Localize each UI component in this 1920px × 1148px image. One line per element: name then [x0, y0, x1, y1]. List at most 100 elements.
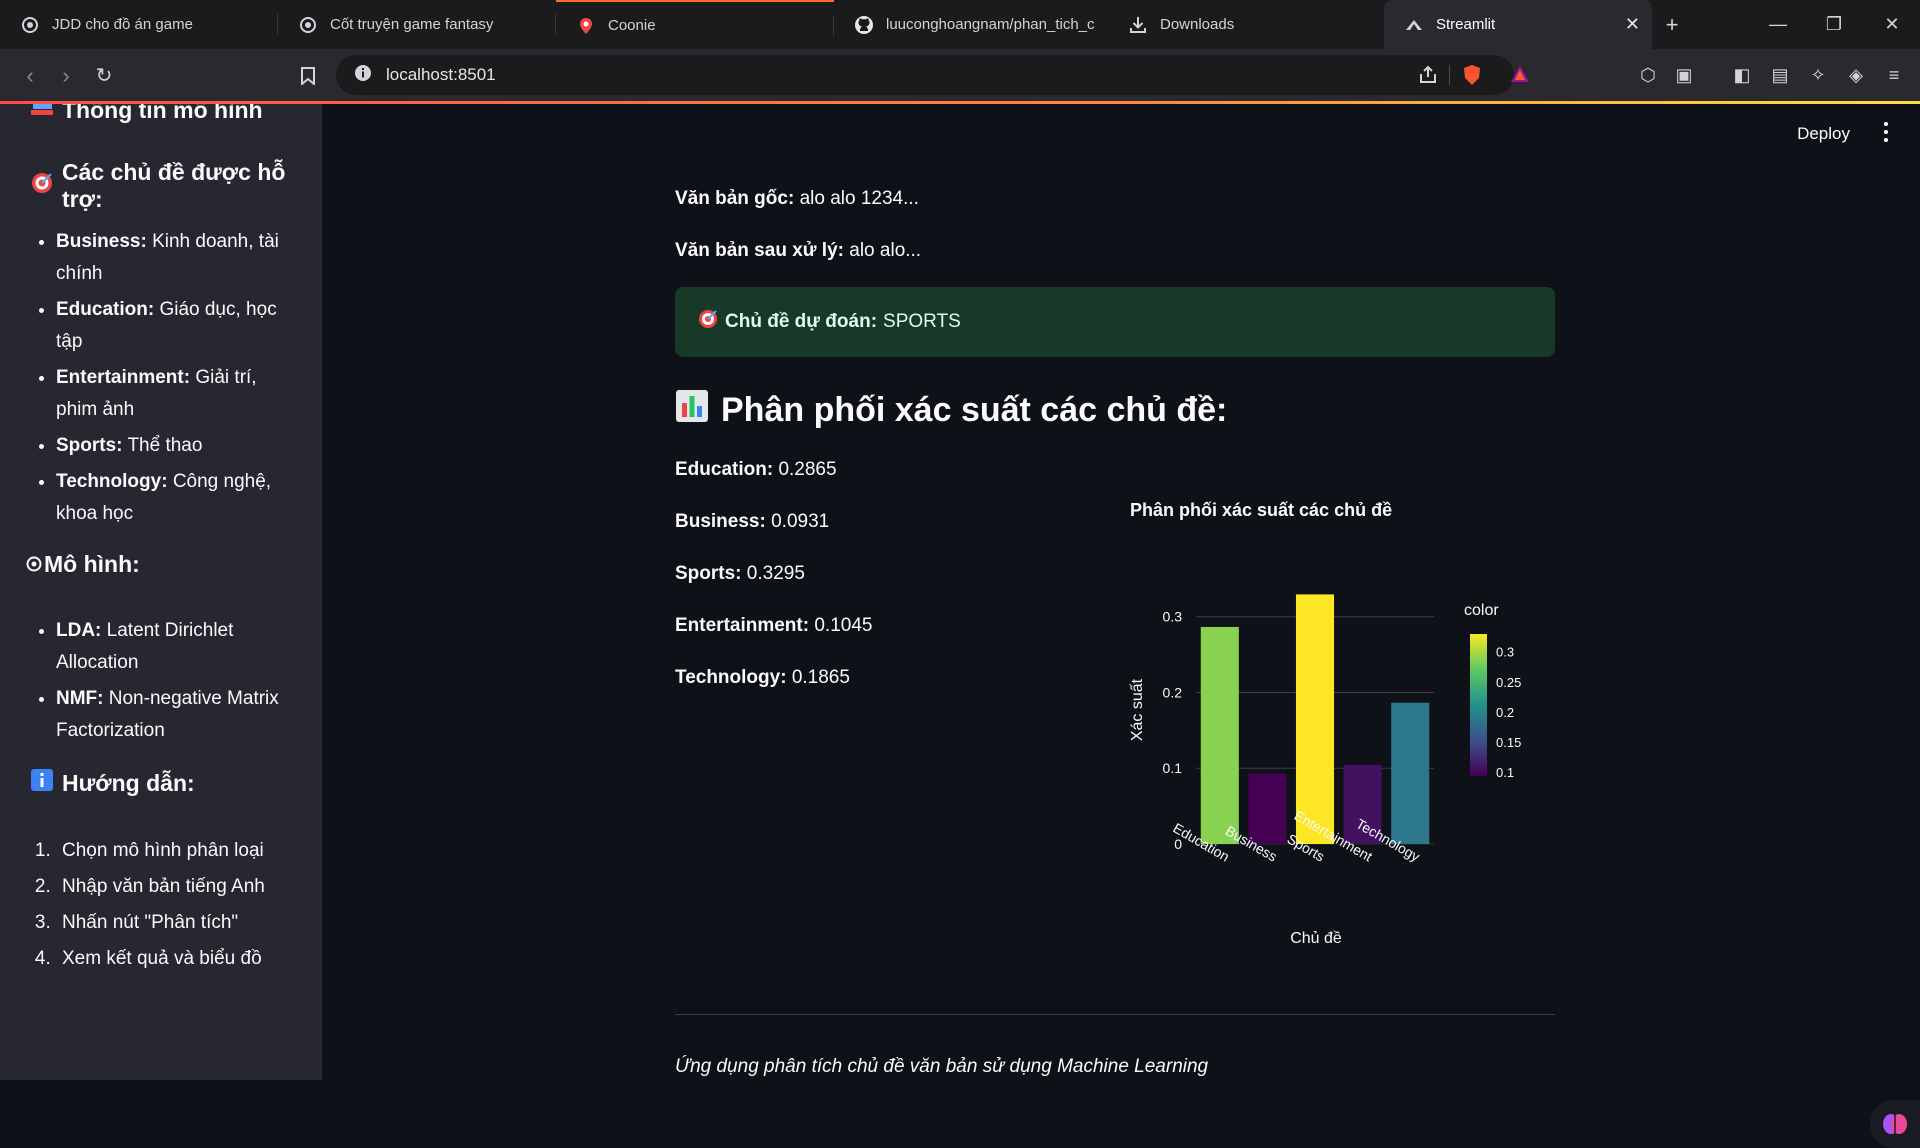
- distribution-heading: Phân phối xác suất các chủ đề:: [675, 389, 1227, 432]
- tab-title: Downloads: [1160, 16, 1235, 33]
- back-icon[interactable]: ‹: [12, 58, 48, 94]
- topics-heading: Các chủ đề được hỗ trợ:: [30, 159, 322, 213]
- chart-title: Phân phối xác suất các chủ đề: [1130, 500, 1392, 520]
- browser-tabbar: JDD cho đồ án game Cốt truyện game fanta…: [0, 0, 1920, 49]
- bookmark-icon[interactable]: [290, 58, 326, 94]
- topics-list: Business: Kinh doanh, tài chính Educatio…: [30, 226, 292, 534]
- colorbar-ticks: 0.1 0.15 0.2 0.25 0.3: [1496, 645, 1521, 780]
- bar-sports[interactable]: [1295, 594, 1335, 844]
- chart-y-ticks: 00.10.20.3: [1163, 609, 1183, 852]
- menu-icon[interactable]: ≡: [1880, 61, 1908, 89]
- brain-icon[interactable]: [1870, 1100, 1920, 1148]
- browser-tab-4[interactable]: luuconghoangnam/phan_tich_c: [834, 0, 1112, 49]
- y-tick-label: 0.1: [1163, 760, 1183, 776]
- colorbar-tick-label: 0.3: [1496, 645, 1514, 660]
- original-text-line: Văn bản gốc: alo alo 1234...: [675, 188, 919, 209]
- reload-icon[interactable]: ↻: [86, 58, 122, 94]
- more-options-icon[interactable]: [1882, 122, 1890, 142]
- y-tick-label: 0.2: [1163, 684, 1183, 700]
- brave-shield-icon[interactable]: [1462, 64, 1482, 91]
- window-close-icon[interactable]: ✕: [1864, 0, 1920, 49]
- prob-line-technology: Technology: 0.1865: [675, 667, 850, 688]
- tab-title: luuconghoangnam/phan_tich_c: [886, 16, 1095, 33]
- chart-bars: [1200, 594, 1430, 844]
- bar-business[interactable]: [1248, 773, 1287, 844]
- vpn-icon[interactable]: ◈: [1842, 61, 1870, 89]
- list-item: Education: Giáo dục, học tập: [56, 294, 292, 358]
- models-heading: Mô hình:: [26, 551, 140, 578]
- brave-rewards-icon[interactable]: [1510, 64, 1530, 89]
- list-item: NMF: Non-negative Matrix Factorization: [56, 683, 292, 747]
- browser-tab-2[interactable]: Cốt truyện game fantasy: [278, 0, 556, 49]
- tab-title: Cốt truyện game fantasy: [330, 16, 494, 33]
- info-icon[interactable]: [354, 64, 372, 87]
- address-bar[interactable]: localhost:8501: [336, 55, 1529, 95]
- list-item: Xem kết quả và biểu đồ: [56, 943, 292, 975]
- deploy-button[interactable]: Deploy: [1797, 124, 1850, 144]
- browser-tab-5[interactable]: Downloads: [1112, 0, 1384, 49]
- pin-icon: [576, 16, 596, 36]
- colorbar-tick-label: 0.1: [1496, 765, 1514, 780]
- streamlit-icon: [1404, 15, 1424, 35]
- info-square-icon: [30, 768, 54, 798]
- browser-tab-1[interactable]: JDD cho đồ án game: [0, 0, 278, 49]
- colorbar-tick-label: 0.25: [1496, 675, 1521, 690]
- restore-icon[interactable]: ❐: [1806, 0, 1862, 49]
- probability-bar-chart[interactable]: Phân phối xác suất các chủ đề 00.10.20.3…: [1106, 482, 1566, 952]
- prediction-alert: Chủ đề dự đoán: SPORTS: [675, 287, 1555, 357]
- browser-tab-active[interactable]: Streamlit ✕: [1384, 0, 1652, 49]
- minimize-icon[interactable]: —: [1750, 0, 1806, 49]
- model-info-heading: Thông tin mô hình: [30, 104, 263, 124]
- bar-technology[interactable]: [1391, 702, 1430, 844]
- guide-heading: Hướng dẫn:: [30, 768, 195, 798]
- tab-title: JDD cho đồ án game: [52, 16, 193, 33]
- new-tab-button[interactable]: +: [1652, 5, 1692, 45]
- circle-logo-icon: [20, 15, 40, 35]
- prob-line-entertainment: Entertainment: 0.1045: [675, 615, 873, 636]
- y-tick-label: 0.3: [1163, 609, 1183, 625]
- models-list: LDA: Latent Dirichlet Allocation NMF: No…: [30, 615, 292, 751]
- browser-tab-3[interactable]: Coonie: [556, 0, 834, 49]
- wallet-icon[interactable]: ▤: [1766, 61, 1794, 89]
- robot-icon: [26, 551, 42, 578]
- sidebar: Thông tin mô hình Các chủ đề được hỗ trợ…: [0, 104, 322, 1080]
- bar-education[interactable]: [1200, 626, 1239, 844]
- tab-title: Coonie: [608, 17, 656, 34]
- url-text: localhost:8501: [386, 65, 496, 84]
- list-item: Sports: Thể thao: [56, 430, 292, 462]
- close-tab-icon[interactable]: ✕: [1625, 14, 1640, 35]
- list-item: Technology: Công nghệ, khoa học: [56, 466, 292, 530]
- footer-caption: Ứng dụng phân tích chủ đề văn bản sử dụn…: [675, 1056, 1209, 1077]
- forward-icon[interactable]: ›: [48, 58, 84, 94]
- y-axis-label: Xác suất: [1129, 678, 1146, 741]
- divider: [675, 1014, 1555, 1015]
- download-icon: [1128, 15, 1148, 35]
- guide-list: Chọn mô hình phân loại Nhập văn bản tiến…: [30, 835, 292, 979]
- list-item: Nhấn nút "Phân tích": [56, 907, 292, 939]
- list-item: Nhập văn bản tiếng Anh: [56, 871, 292, 903]
- target-icon: [30, 171, 54, 201]
- browser-toolbar: ‹ › ↻ localhost:8501 ⬡ ▣ ◧ ▤ ✧ ◈ ≡: [0, 49, 1920, 102]
- list-item: LDA: Latent Dirichlet Allocation: [56, 615, 292, 679]
- list-item: Entertainment: Giải trí, phim ảnh: [56, 362, 292, 426]
- list-item: Chọn mô hình phân loại: [56, 835, 292, 867]
- prob-line-business: Business: 0.0931: [675, 511, 830, 532]
- books-icon: [30, 104, 54, 124]
- bar-chart-icon: [675, 389, 709, 432]
- prob-line-sports: Sports: 0.3295: [675, 563, 805, 584]
- colorbar-title: color: [1464, 602, 1499, 619]
- circle-logo-icon: [298, 15, 318, 35]
- colorbar-tick-label: 0.2: [1496, 705, 1514, 720]
- extensions-icon[interactable]: ⬡: [1634, 61, 1662, 89]
- prob-line-education: Education: 0.2865: [675, 459, 837, 480]
- sidebar-toggle-icon[interactable]: ◧: [1728, 61, 1756, 89]
- x-axis-label: Chủ đề: [1290, 930, 1342, 947]
- processed-text-line: Văn bản sau xử lý: alo alo...: [675, 240, 922, 261]
- reader-icon[interactable]: ▣: [1670, 61, 1698, 89]
- colorbar-tick-label: 0.15: [1496, 735, 1521, 750]
- share-icon[interactable]: [1418, 65, 1438, 90]
- tab-title: Streamlit: [1436, 16, 1496, 33]
- leo-ai-icon[interactable]: ✧: [1804, 61, 1832, 89]
- list-item: Business: Kinh doanh, tài chính: [56, 226, 292, 290]
- github-icon: [854, 15, 874, 35]
